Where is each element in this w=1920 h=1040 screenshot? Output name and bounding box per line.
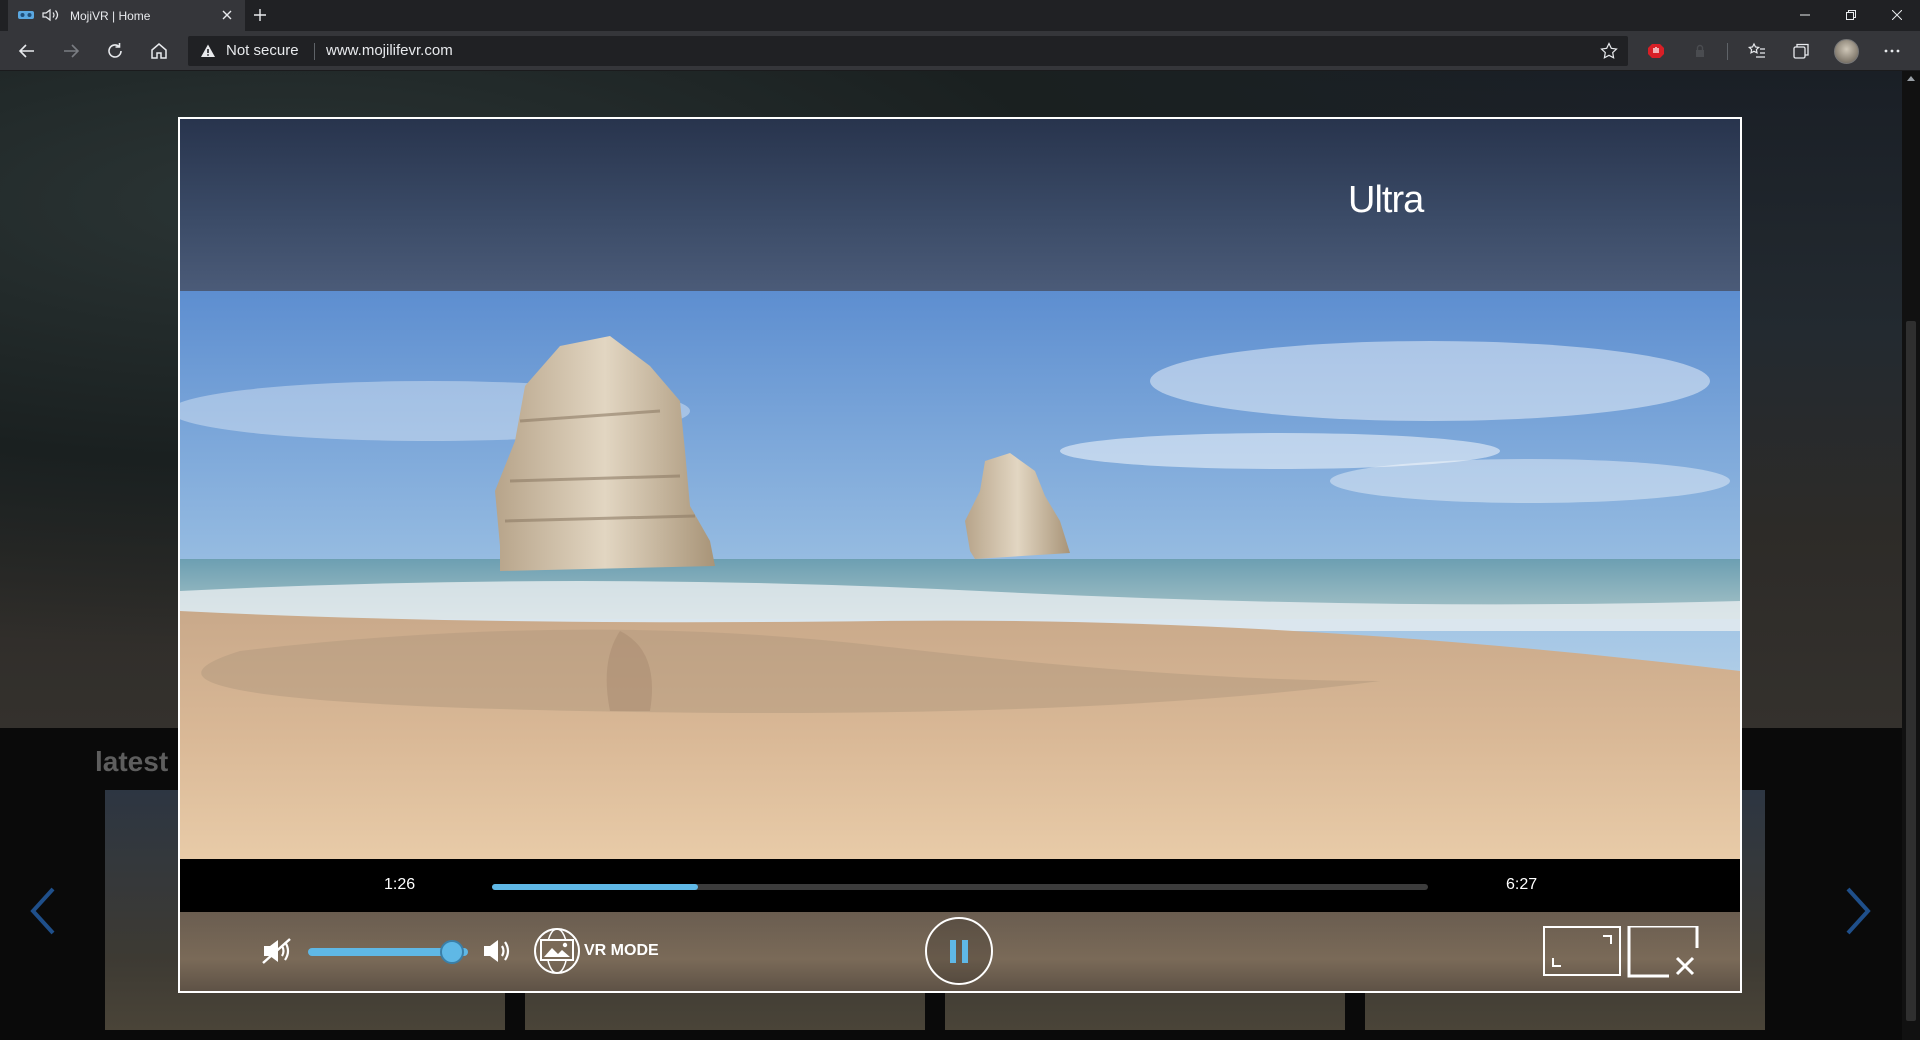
collections-icon[interactable] (1789, 39, 1813, 63)
address-bar[interactable]: Not secure www.mojilifevr.com (188, 36, 1628, 66)
video-frame[interactable] (180, 291, 1740, 859)
url-text[interactable]: www.mojilifevr.com (326, 42, 453, 59)
pause-icon-bar-left (950, 940, 956, 963)
browser-toolbar: Not secure www.mojilifevr.com (0, 31, 1920, 71)
more-options-icon[interactable] (1880, 39, 1904, 63)
tab-close-icon[interactable] (219, 7, 235, 23)
extension-lock-icon[interactable] (1688, 39, 1712, 63)
total-time: 6:27 (1506, 876, 1538, 893)
tab-bar: MojiVR | Home (0, 0, 1920, 31)
quality-label[interactable]: Ultra (1348, 179, 1424, 222)
vr-mode-label[interactable]: VR MODE (584, 942, 659, 960)
restore-icon (1846, 10, 1856, 20)
mute-speaker-icon[interactable] (260, 936, 294, 966)
volume-up-icon[interactable] (480, 936, 514, 966)
current-time: 1:26 (384, 876, 416, 893)
scrollbar-thumb[interactable] (1906, 321, 1916, 1021)
close-player-icon[interactable] (1627, 926, 1699, 978)
pause-icon-bar-right (962, 940, 968, 963)
tab-title: MojiVR | Home (70, 9, 151, 23)
progress-bar-row: 1:26 6:27 (180, 860, 1740, 912)
restore-button[interactable] (1828, 0, 1874, 31)
security-status[interactable]: Not secure (226, 42, 299, 59)
back-arrow-icon[interactable] (15, 39, 39, 63)
favorites-icon[interactable] (1745, 39, 1769, 63)
beach-scene-image (180, 291, 1740, 859)
player-header: Ultra (180, 119, 1740, 291)
close-window-button[interactable] (1874, 0, 1920, 31)
minimize-button[interactable] (1782, 0, 1828, 31)
section-heading-latest: latest (95, 746, 169, 777)
vr-mode-icon[interactable] (532, 926, 582, 976)
new-tab-icon[interactable] (252, 7, 268, 23)
browser-tab-active[interactable]: MojiVR | Home (8, 0, 245, 31)
player-controls: VR MODE (180, 912, 1740, 991)
extension-stop-hand-icon[interactable] (1644, 39, 1668, 63)
pause-button[interactable] (925, 917, 993, 985)
carousel-next-arrow-icon[interactable] (1840, 881, 1876, 941)
profile-avatar[interactable] (1834, 39, 1859, 64)
forward-arrow-icon[interactable] (59, 39, 83, 63)
toolbar-divider (1727, 43, 1728, 60)
vr-headset-favicon-icon (18, 11, 34, 19)
scroll-up-icon[interactable] (1907, 75, 1915, 81)
close-window-icon (1892, 10, 1902, 20)
speaker-audio-icon[interactable] (42, 8, 60, 22)
page-scrollbar[interactable] (1902, 71, 1920, 1040)
carousel-prev-arrow-icon[interactable] (25, 881, 61, 941)
bookmark-star-icon[interactable] (1600, 42, 1618, 60)
volume-slider-handle[interactable] (440, 940, 464, 964)
omnibox-divider (314, 43, 315, 60)
fullscreen-button[interactable] (1543, 926, 1621, 976)
video-player-modal: Ultra 1:26 6:27 VR MODE (178, 117, 1742, 993)
seek-bar-progress (492, 884, 698, 890)
fullscreen-corners-icon (1552, 935, 1612, 967)
warning-triangle-icon (201, 44, 215, 57)
minimize-icon (1800, 14, 1810, 16)
reload-icon[interactable] (103, 39, 127, 63)
seek-bar[interactable] (492, 884, 1428, 890)
home-icon[interactable] (147, 39, 171, 63)
